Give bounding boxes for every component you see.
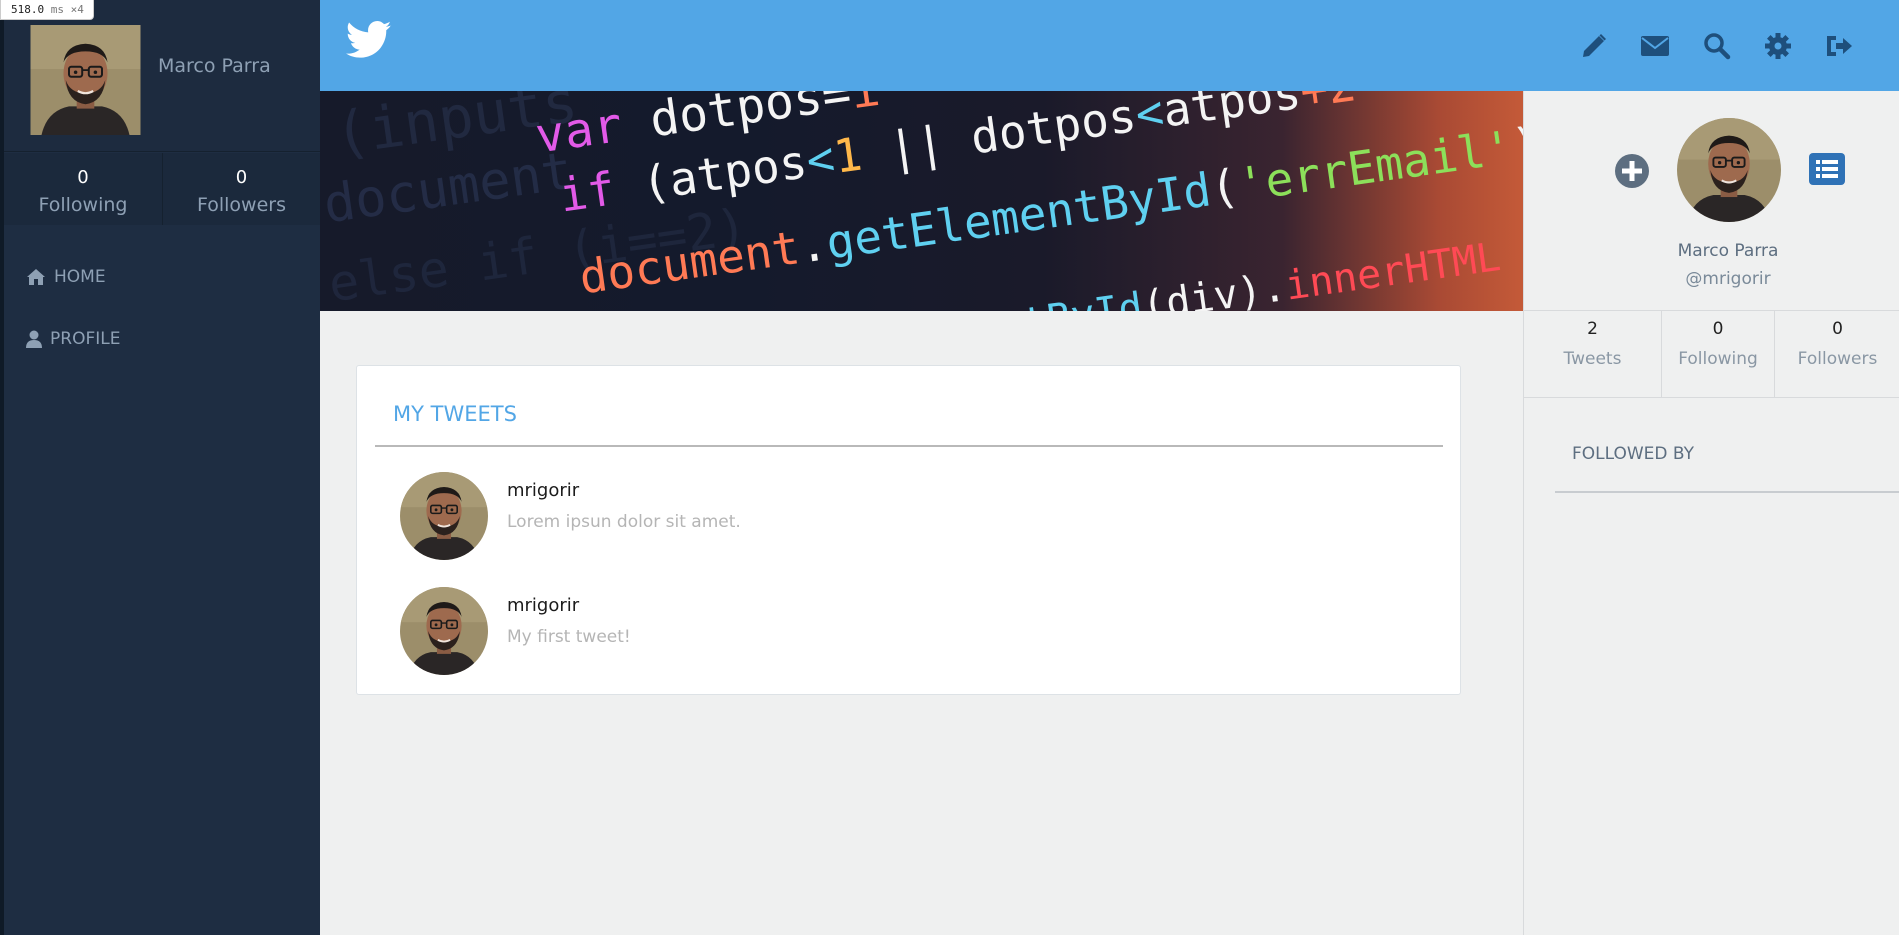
gear-icon[interactable] — [1758, 26, 1798, 66]
stat-label: Followers — [1797, 349, 1878, 369]
render-time-unit: ms — [50, 3, 64, 16]
pencil-icon[interactable] — [1574, 26, 1614, 66]
list-icon — [1809, 153, 1845, 185]
sidebar-stat-followers[interactable]: 0 Followers — [162, 153, 320, 225]
envelope-icon[interactable] — [1635, 26, 1675, 66]
divider — [1555, 491, 1899, 493]
sidebar-item-label: PROFILE — [50, 329, 121, 349]
tweet-text: My first tweet! — [507, 627, 631, 647]
stat-count: 2 — [1587, 319, 1598, 339]
sidebar-item-label: HOME — [54, 267, 106, 287]
stat-followers[interactable]: 0 Followers — [1775, 311, 1899, 397]
list-button[interactable] — [1809, 153, 1845, 189]
avatar[interactable] — [1677, 118, 1781, 222]
stat-count: 0 — [77, 167, 89, 188]
stat-count: 0 — [1712, 319, 1724, 339]
avatar[interactable] — [30, 25, 141, 135]
profile-name: Marco Parra — [1677, 241, 1779, 261]
sidebar: Marco Parra 0 Following 0 Followers HOME… — [4, 0, 320, 935]
render-time-value: 518.0 — [11, 3, 45, 16]
sidebar-profile-header: Marco Parra — [4, 0, 320, 152]
render-time-badge: 518.0 ms ×4 — [0, 0, 94, 20]
sidebar-item-home[interactable]: HOME — [26, 262, 106, 292]
tweet-item[interactable]: mrigorir My first tweet! — [400, 587, 1440, 679]
tweet-username[interactable]: mrigorir — [507, 595, 579, 616]
stat-label: Following — [1678, 349, 1758, 369]
stat-label: Followers — [197, 194, 286, 216]
stat-count: 0 — [1832, 319, 1843, 339]
my-tweets-card: MY TWEETS mrigorir Lorem ipsun dolor sit… — [356, 365, 1461, 695]
avatar-image — [1677, 118, 1781, 222]
plus-circle-icon — [1615, 154, 1649, 188]
sidebar-item-profile[interactable]: PROFILE — [26, 324, 120, 354]
home-icon — [27, 269, 45, 285]
stat-label: Tweets — [1563, 349, 1622, 369]
tweet-text: Lorem ipsun dolor sit amet. — [507, 512, 741, 532]
follow-button[interactable] — [1614, 153, 1650, 193]
sidebar-stat-following[interactable]: 0 Following — [4, 153, 162, 225]
profile-banner: (inputs document else if (i==2) var dotp… — [320, 91, 1523, 311]
avatar[interactable] — [400, 472, 488, 560]
search-icon[interactable] — [1697, 26, 1737, 66]
profile-handle: @mrigorir — [1685, 269, 1771, 289]
top-navbar — [320, 0, 1899, 91]
stat-count: 0 — [235, 167, 248, 188]
stat-label: Following — [38, 194, 128, 216]
sidebar-user-name[interactable]: Marco Parra — [158, 55, 271, 77]
avatar-image — [30, 25, 141, 135]
tweet-item[interactable]: mrigorir Lorem ipsun dolor sit amet. — [400, 472, 1440, 564]
stat-following[interactable]: 0 Following — [1662, 311, 1775, 397]
render-time-multiplier: ×4 — [70, 3, 84, 16]
feed-title: MY TWEETS — [393, 402, 517, 426]
sign-out-icon[interactable] — [1819, 26, 1859, 66]
stat-tweets[interactable]: 2 Tweets — [1524, 311, 1662, 397]
divider — [375, 445, 1443, 447]
profile-panel: Marco Parra @mrigorir 2 Tweets 0 Followi… — [1523, 91, 1899, 935]
sidebar-stats: 0 Following 0 Followers — [4, 153, 320, 225]
followed-by-title: FOLLOWED BY — [1572, 444, 1695, 464]
tweet-username[interactable]: mrigorir — [507, 480, 579, 501]
avatar[interactable] — [400, 587, 488, 675]
avatar-image — [400, 587, 488, 675]
avatar-image — [400, 472, 488, 560]
user-icon — [26, 330, 42, 348]
profile-stats: 2 Tweets 0 Following 0 Followers — [1524, 310, 1899, 398]
twitter-bird-icon[interactable] — [345, 20, 392, 64]
